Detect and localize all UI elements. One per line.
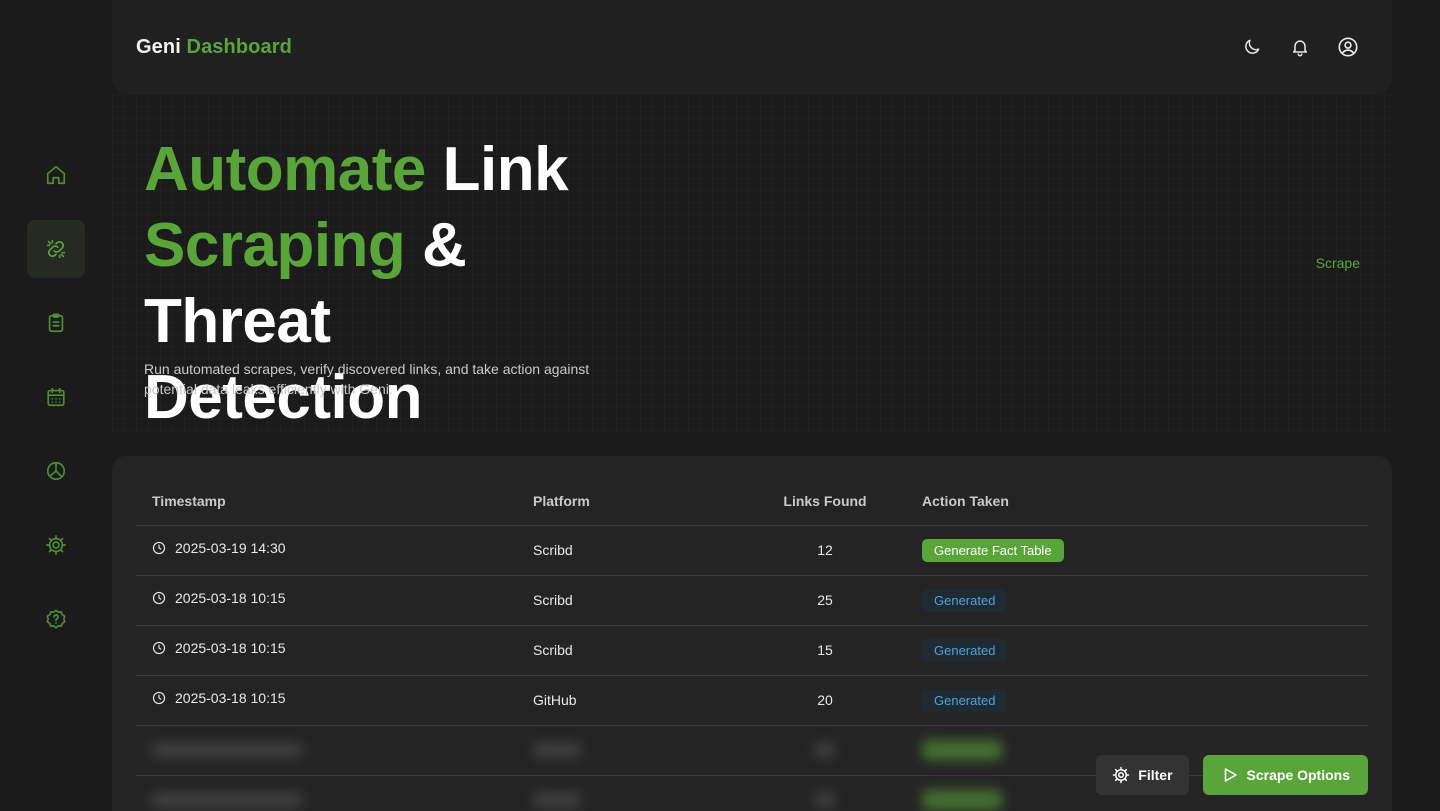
- timestamp-text: 2025-03-18 10:15: [175, 690, 286, 706]
- cell-placeholder: [517, 775, 744, 811]
- generated-badge: Generated: [922, 688, 1008, 712]
- cell-links-found: 25: [744, 575, 906, 626]
- cell-placeholder: [136, 775, 517, 811]
- hero-section: Automate Link Scraping & Threat Detectio…: [112, 94, 1392, 434]
- cell-action: Generate Fact Table: [906, 525, 1368, 576]
- generated-badge: Generated: [922, 638, 1008, 662]
- table-row: 2025-03-18 10:15 Scribd 25 Generated: [136, 575, 1368, 626]
- cell-placeholder: [136, 725, 517, 776]
- clock-icon: [152, 591, 166, 605]
- table-row: 2025-03-19 14:30 Scribd 12 Generate Fact…: [136, 525, 1368, 576]
- moon-icon: [1245, 39, 1260, 54]
- timestamp-text: 2025-03-19 14:30: [175, 540, 286, 556]
- account-button[interactable]: [1336, 35, 1360, 59]
- cell-platform: GitHub: [517, 675, 744, 726]
- col-header-platform: Platform: [517, 478, 744, 526]
- home-icon: [46, 165, 66, 185]
- brand-name: Geni: [136, 35, 181, 58]
- top-header: Geni Dashboard: [112, 0, 1392, 94]
- theme-toggle-button[interactable]: [1240, 35, 1264, 59]
- table-header-row: Timestamp Platform Links Found Action Ta…: [136, 478, 1368, 526]
- clipboard-icon: [48, 313, 64, 333]
- calendar-icon: [47, 387, 65, 407]
- help-icon: [46, 609, 66, 629]
- cell-placeholder: [744, 775, 906, 811]
- cell-platform: Scribd: [517, 575, 744, 626]
- floating-actions: Filter Scrape Options: [1096, 755, 1368, 795]
- cell-timestamp: 2025-03-18 10:15: [136, 575, 517, 626]
- cell-platform: Scribd: [517, 625, 744, 676]
- table-row: 2025-03-18 10:15 GitHub 20 Generated: [136, 675, 1368, 726]
- brand-logo[interactable]: Geni Dashboard: [136, 36, 292, 59]
- filter-button[interactable]: Filter: [1096, 755, 1189, 795]
- filter-label: Filter: [1138, 767, 1173, 783]
- sidebar-item-home[interactable]: [27, 146, 85, 204]
- cell-timestamp: 2025-03-18 10:15: [136, 675, 517, 726]
- clock-icon: [152, 641, 166, 655]
- clock-icon: [152, 541, 166, 555]
- title-part-scraping: Scraping: [144, 211, 406, 280]
- user-icon: [1338, 37, 1358, 57]
- gear-icon: [46, 535, 66, 555]
- cell-timestamp: 2025-03-18 10:15: [136, 625, 517, 676]
- header-icons: [1240, 35, 1368, 59]
- cell-action: Generated: [906, 625, 1368, 676]
- page-subtitle: Run automated scrapes, verify discovered…: [144, 361, 590, 397]
- col-header-timestamp: Timestamp: [136, 478, 517, 526]
- scrape-link[interactable]: Scrape: [1316, 255, 1360, 271]
- sidebar: [27, 146, 85, 664]
- cell-action: Generated: [906, 675, 1368, 726]
- brand-accent: Dashboard: [186, 35, 292, 58]
- scrape-options-button[interactable]: Scrape Options: [1202, 755, 1368, 795]
- sidebar-item-reports[interactable]: [27, 294, 85, 352]
- generated-badge: Generated: [922, 588, 1008, 612]
- timestamp-text: 2025-03-18 10:15: [175, 590, 286, 606]
- sidebar-item-links[interactable]: [27, 220, 85, 278]
- cell-links-found: 12: [744, 525, 906, 576]
- cell-placeholder: [744, 725, 906, 776]
- cell-timestamp: 2025-03-19 14:30: [136, 525, 517, 576]
- col-header-action-taken: Action Taken: [906, 478, 1368, 526]
- sidebar-item-analytics[interactable]: [27, 442, 85, 500]
- cell-links-found: 20: [744, 675, 906, 726]
- notifications-button[interactable]: [1288, 35, 1312, 59]
- table-row: 2025-03-18 10:15 Scribd 15 Generated: [136, 625, 1368, 676]
- generate-fact-table-button[interactable]: Generate Fact Table: [922, 538, 1064, 562]
- timestamp-text: 2025-03-18 10:15: [175, 640, 286, 656]
- sidebar-item-calendar[interactable]: [27, 368, 85, 426]
- play-icon: [1224, 768, 1237, 782]
- link-icon: [46, 239, 66, 259]
- pie-chart-icon: [46, 461, 66, 481]
- title-part-link: Link: [425, 135, 569, 204]
- cell-platform: Scribd: [517, 525, 744, 576]
- cell-links-found: 15: [744, 625, 906, 676]
- cell-placeholder: [517, 725, 744, 776]
- scrape-options-label: Scrape Options: [1246, 767, 1350, 783]
- col-header-links-found: Links Found: [744, 478, 906, 526]
- sidebar-item-settings[interactable]: [27, 516, 85, 574]
- cell-action: Generated: [906, 575, 1368, 626]
- sidebar-item-help[interactable]: [27, 590, 85, 648]
- bell-icon: [1293, 40, 1307, 57]
- title-part-automate: Automate: [144, 135, 426, 204]
- clock-icon: [152, 691, 166, 705]
- gear-icon: [1113, 766, 1130, 784]
